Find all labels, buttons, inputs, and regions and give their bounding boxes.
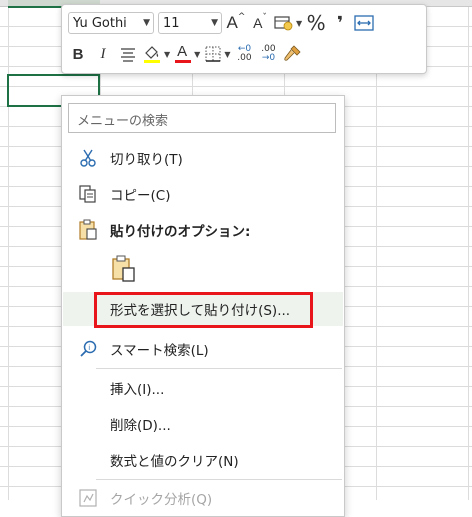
menu-item-label: 数式と値のクリア(N) bbox=[110, 454, 239, 470]
italic-button[interactable]: I bbox=[92, 42, 114, 66]
mini-toolbar-row-1: Yu Gothi ▼ 11 ▼ A ^ A ˇ ▼ % ❜ bbox=[68, 10, 374, 36]
menu-item-insert[interactable]: 挿入(I)... bbox=[63, 371, 343, 405]
font-name-value: Yu Gothi bbox=[73, 15, 127, 31]
menu-item-clear-contents[interactable]: 数式と値のクリア(N) bbox=[63, 443, 343, 477]
menu-item-label: 削除(D)... bbox=[110, 418, 171, 434]
chevron-down-icon: ▼ bbox=[164, 49, 171, 59]
clipboard-icon bbox=[77, 219, 99, 241]
font-size-combo[interactable]: 11 ▼ bbox=[158, 12, 222, 34]
font-color-icon: A bbox=[174, 43, 192, 64]
bold-label: B bbox=[72, 45, 84, 63]
menu-separator bbox=[96, 368, 342, 369]
search-icon: i bbox=[77, 338, 99, 360]
decrease-decimal-bottom: →0 bbox=[261, 53, 276, 63]
align-center-icon bbox=[121, 48, 135, 62]
comma-label: ❜ bbox=[337, 12, 344, 34]
font-size-value: 11 bbox=[163, 15, 180, 31]
decrease-font-size-button[interactable]: A ˇ bbox=[250, 11, 270, 35]
fill-color-button[interactable]: ▼ bbox=[142, 42, 170, 66]
accounting-format-icon bbox=[274, 16, 293, 31]
mini-toolbar: Yu Gothi ▼ 11 ▼ A ^ A ˇ ▼ % ❜ B I ▼ A ▼ … bbox=[61, 4, 427, 74]
menu-search-placeholder: メニューの検索 bbox=[77, 114, 169, 129]
borders-button[interactable]: ▼ bbox=[204, 42, 230, 66]
menu-item-delete[interactable]: 削除(D)... bbox=[63, 407, 343, 441]
menu-item-label: 挿入(I)... bbox=[110, 382, 165, 398]
menu-item-label: クイック分析(Q) bbox=[110, 492, 213, 508]
merge-center-button[interactable] bbox=[354, 11, 374, 35]
increase-decimal-bottom: .00 bbox=[237, 53, 252, 63]
clipboard-icon bbox=[112, 255, 135, 282]
quick-analysis-icon bbox=[77, 487, 99, 509]
increase-font-label: A bbox=[226, 13, 238, 32]
borders-icon bbox=[205, 46, 221, 62]
percent-label: % bbox=[306, 11, 326, 35]
menu-item-paste-options-header: 貼り付けのオプション: bbox=[63, 213, 343, 247]
accounting-format-button[interactable]: ▼ bbox=[274, 11, 302, 35]
menu-item-label: スマート検索(L) bbox=[110, 343, 209, 359]
percent-style-button[interactable]: % bbox=[306, 11, 326, 35]
menu-separator bbox=[96, 479, 342, 480]
copy-icon bbox=[77, 183, 99, 205]
menu-search-input[interactable]: メニューの検索 bbox=[68, 103, 336, 133]
caret-down-small-icon: ˇ bbox=[262, 13, 267, 23]
paste-option-button[interactable] bbox=[111, 255, 137, 283]
menu-item-label: 形式を選択して貼り付け(S)... bbox=[110, 303, 291, 319]
menu-item-label: コピー(C) bbox=[110, 188, 171, 204]
font-color-label: A bbox=[177, 43, 188, 60]
chevron-down-icon: ▼ bbox=[211, 18, 218, 28]
menu-item-copy[interactable]: コピー(C) bbox=[63, 177, 343, 211]
chevron-down-icon: ▼ bbox=[224, 49, 231, 59]
decrease-decimal-button[interactable]: .00 →0 bbox=[258, 42, 278, 66]
chevron-down-icon: ▼ bbox=[143, 18, 150, 28]
format-painter-button[interactable] bbox=[282, 42, 302, 66]
chevron-down-icon: ▼ bbox=[194, 49, 201, 59]
increase-decimal-button[interactable]: ←0 .00 bbox=[234, 42, 254, 66]
mini-toolbar-row-2: B I ▼ A ▼ ▼ ←0 .00 .00 →0 bbox=[68, 41, 302, 67]
menu-item-paste-special[interactable]: 形式を選択して貼り付け(S)... bbox=[63, 292, 343, 326]
font-color-swatch bbox=[175, 60, 192, 63]
paint-bucket-icon bbox=[144, 46, 160, 63]
caret-up-icon: ^ bbox=[237, 12, 246, 22]
menu-item-quick-analysis[interactable]: クイック分析(Q) bbox=[63, 481, 343, 515]
italic-label: I bbox=[100, 45, 106, 62]
svg-text:i: i bbox=[88, 344, 90, 352]
context-menu: メニューの検索 切り取り(T) コピー(C) 貼り付けのオプション: 形式を選択… bbox=[61, 95, 345, 517]
format-painter-icon bbox=[284, 45, 302, 61]
menu-item-label: 切り取り(T) bbox=[110, 152, 183, 168]
scissors-icon bbox=[77, 147, 99, 169]
bold-button[interactable]: B bbox=[68, 42, 88, 66]
increase-font-size-button[interactable]: A ^ bbox=[226, 11, 246, 35]
merge-center-icon bbox=[354, 15, 374, 31]
menu-item-smart-lookup[interactable]: i スマート検索(L) bbox=[63, 332, 343, 366]
menu-item-cut[interactable]: 切り取り(T) bbox=[63, 141, 343, 175]
menu-item-label: 貼り付けのオプション: bbox=[110, 224, 251, 240]
align-center-button[interactable] bbox=[118, 42, 138, 66]
decrease-font-label: A bbox=[253, 15, 263, 31]
comma-style-button[interactable]: ❜ bbox=[330, 11, 350, 35]
font-name-combo[interactable]: Yu Gothi ▼ bbox=[68, 12, 154, 34]
chevron-down-icon: ▼ bbox=[296, 18, 303, 28]
font-color-button[interactable]: A ▼ bbox=[174, 42, 200, 66]
